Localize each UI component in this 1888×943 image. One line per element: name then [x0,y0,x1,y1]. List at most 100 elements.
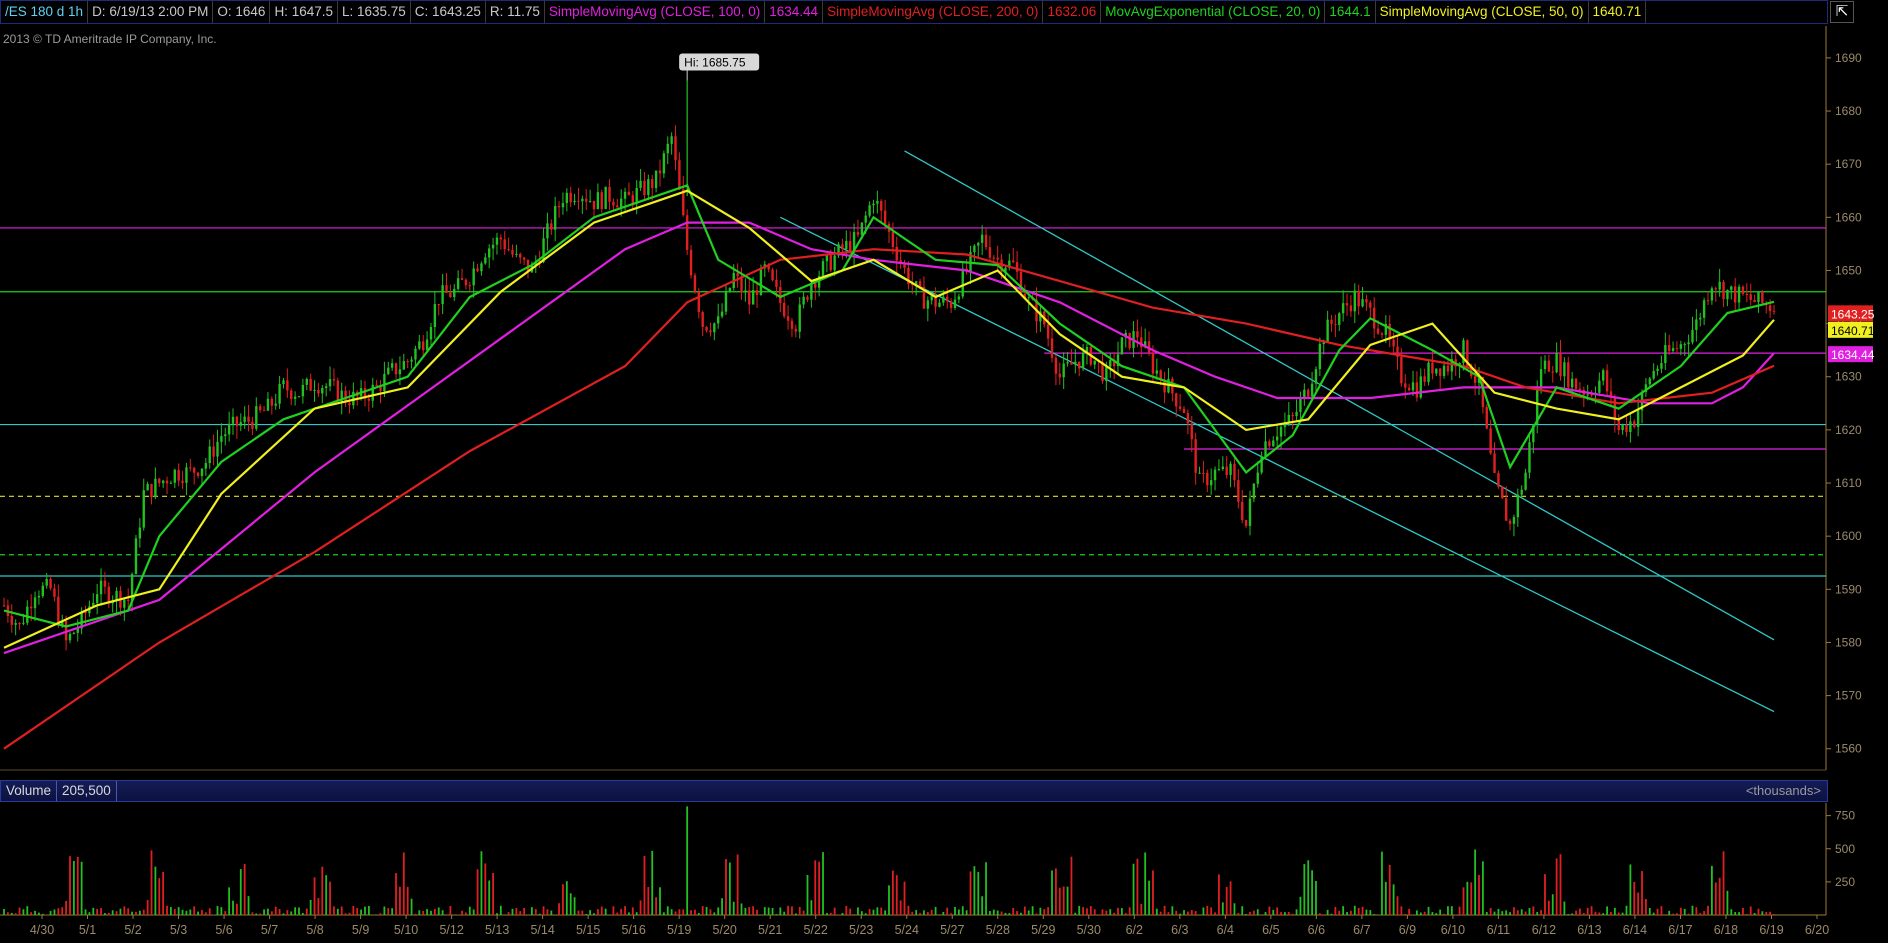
volume-bar [437,907,440,915]
volume-bar [1571,913,1574,915]
candle-body [1256,472,1259,484]
candle-body [37,595,41,598]
candle-body [623,191,627,199]
volume-bar [1730,909,1733,915]
volume-bar [96,909,99,915]
volume-bar [1027,910,1030,915]
volume-bar [728,862,731,915]
candle-body [111,600,114,604]
candle-body [1733,286,1737,303]
candle-body [1640,391,1644,411]
volume-bar [1559,854,1562,915]
volume-bar [903,881,906,915]
volume-bar [1058,887,1061,915]
ma-line-1 [3,248,1775,750]
symbol-label[interactable]: /ES 180 d 1h [1,1,89,23]
volume-bar [468,906,471,915]
candle-body [138,527,142,539]
volume-bar [422,910,425,915]
candle-body [484,257,487,264]
candle-body [1159,370,1162,380]
price-tick-label: 1610 [1835,476,1862,490]
volume-bar [946,907,949,915]
candle-body [1470,366,1473,377]
candle-body [817,276,821,288]
time-tick-label: 5/10 [394,923,418,937]
candle-body [771,269,774,281]
candle-body [1757,291,1760,303]
time-tick-label: 5/1 [79,923,96,937]
candle-body [1225,466,1228,475]
volume-bar [674,911,677,915]
candle-body [1213,469,1217,481]
candle-body [1054,357,1058,374]
candle-body [220,436,223,442]
candle-body [107,586,111,604]
volume-bar [286,910,289,915]
volume-bar [659,887,661,915]
volume-bar [305,908,308,915]
volume-label[interactable]: Volume [1,781,58,801]
candle-body [95,594,99,603]
volume-bar [313,877,316,915]
candle-body [181,480,184,483]
candle-body [1244,520,1248,526]
study-sma50-label[interactable]: SimpleMovingAvg (CLOSE, 50, 0) [1376,1,1589,23]
study-sma200-label[interactable]: SimpleMovingAvg (CLOSE, 200, 0) [823,1,1044,23]
candle-body [127,599,130,601]
candle-body [864,215,867,223]
volume-bar [1613,907,1616,915]
candle-body [103,580,107,587]
candle-body [891,231,895,247]
volume-bar [131,911,133,915]
price-tick-label: 1630 [1835,370,1862,384]
candle-body [1314,369,1318,384]
volume-bar [1462,887,1465,915]
price-tag-label: 1643.25 [1831,307,1875,321]
candle-body [1349,305,1353,312]
volume-bar [1544,874,1546,915]
volume-bar [1738,912,1740,915]
candle-body [720,311,724,317]
study-sma100-label[interactable]: SimpleMovingAvg (CLOSE, 100, 0) [545,1,766,23]
volume-bar [740,903,743,915]
volume-bar [1346,912,1348,915]
time-tick-label: 5/27 [940,923,964,937]
candle-body [1353,290,1356,312]
candle-body [449,292,452,298]
candle-body [1023,293,1027,299]
study-ema20-label[interactable]: MovAvgExponential (CLOSE, 20, 0) [1101,1,1326,23]
volume-bar [290,911,293,915]
volume-bar [682,909,685,915]
candle-body [456,278,460,289]
price-tick-label: 1570 [1835,689,1862,703]
candle-body [1574,378,1578,389]
volume-bar [1136,858,1139,915]
time-tick-label: 5/9 [352,923,369,937]
candle-body [1361,299,1364,307]
candle-body [1516,494,1520,518]
candle-body [1489,428,1492,454]
volume-bar [270,911,273,915]
candle-body [88,606,91,614]
candle-body [643,180,646,195]
candle-body [367,398,371,401]
volume-bar [228,887,231,915]
volume-bar [1299,896,1302,915]
volume-bar [616,912,619,915]
volume-bar [360,909,363,915]
candle-body [530,265,534,273]
ma-line-2 [3,184,1775,628]
candle-body [1613,396,1617,420]
candle-body [414,348,417,360]
candle-body [383,374,386,392]
volume-bar [701,906,704,915]
time-tick-label: 6/3 [1171,923,1188,937]
volume-bar [1361,906,1364,915]
expand-icon[interactable]: ⇱ [1830,1,1854,23]
volume-bar [80,861,83,915]
volume-bar [655,897,658,915]
volume-bar [783,911,786,915]
candle-body [526,259,530,273]
candle-body [158,478,161,484]
